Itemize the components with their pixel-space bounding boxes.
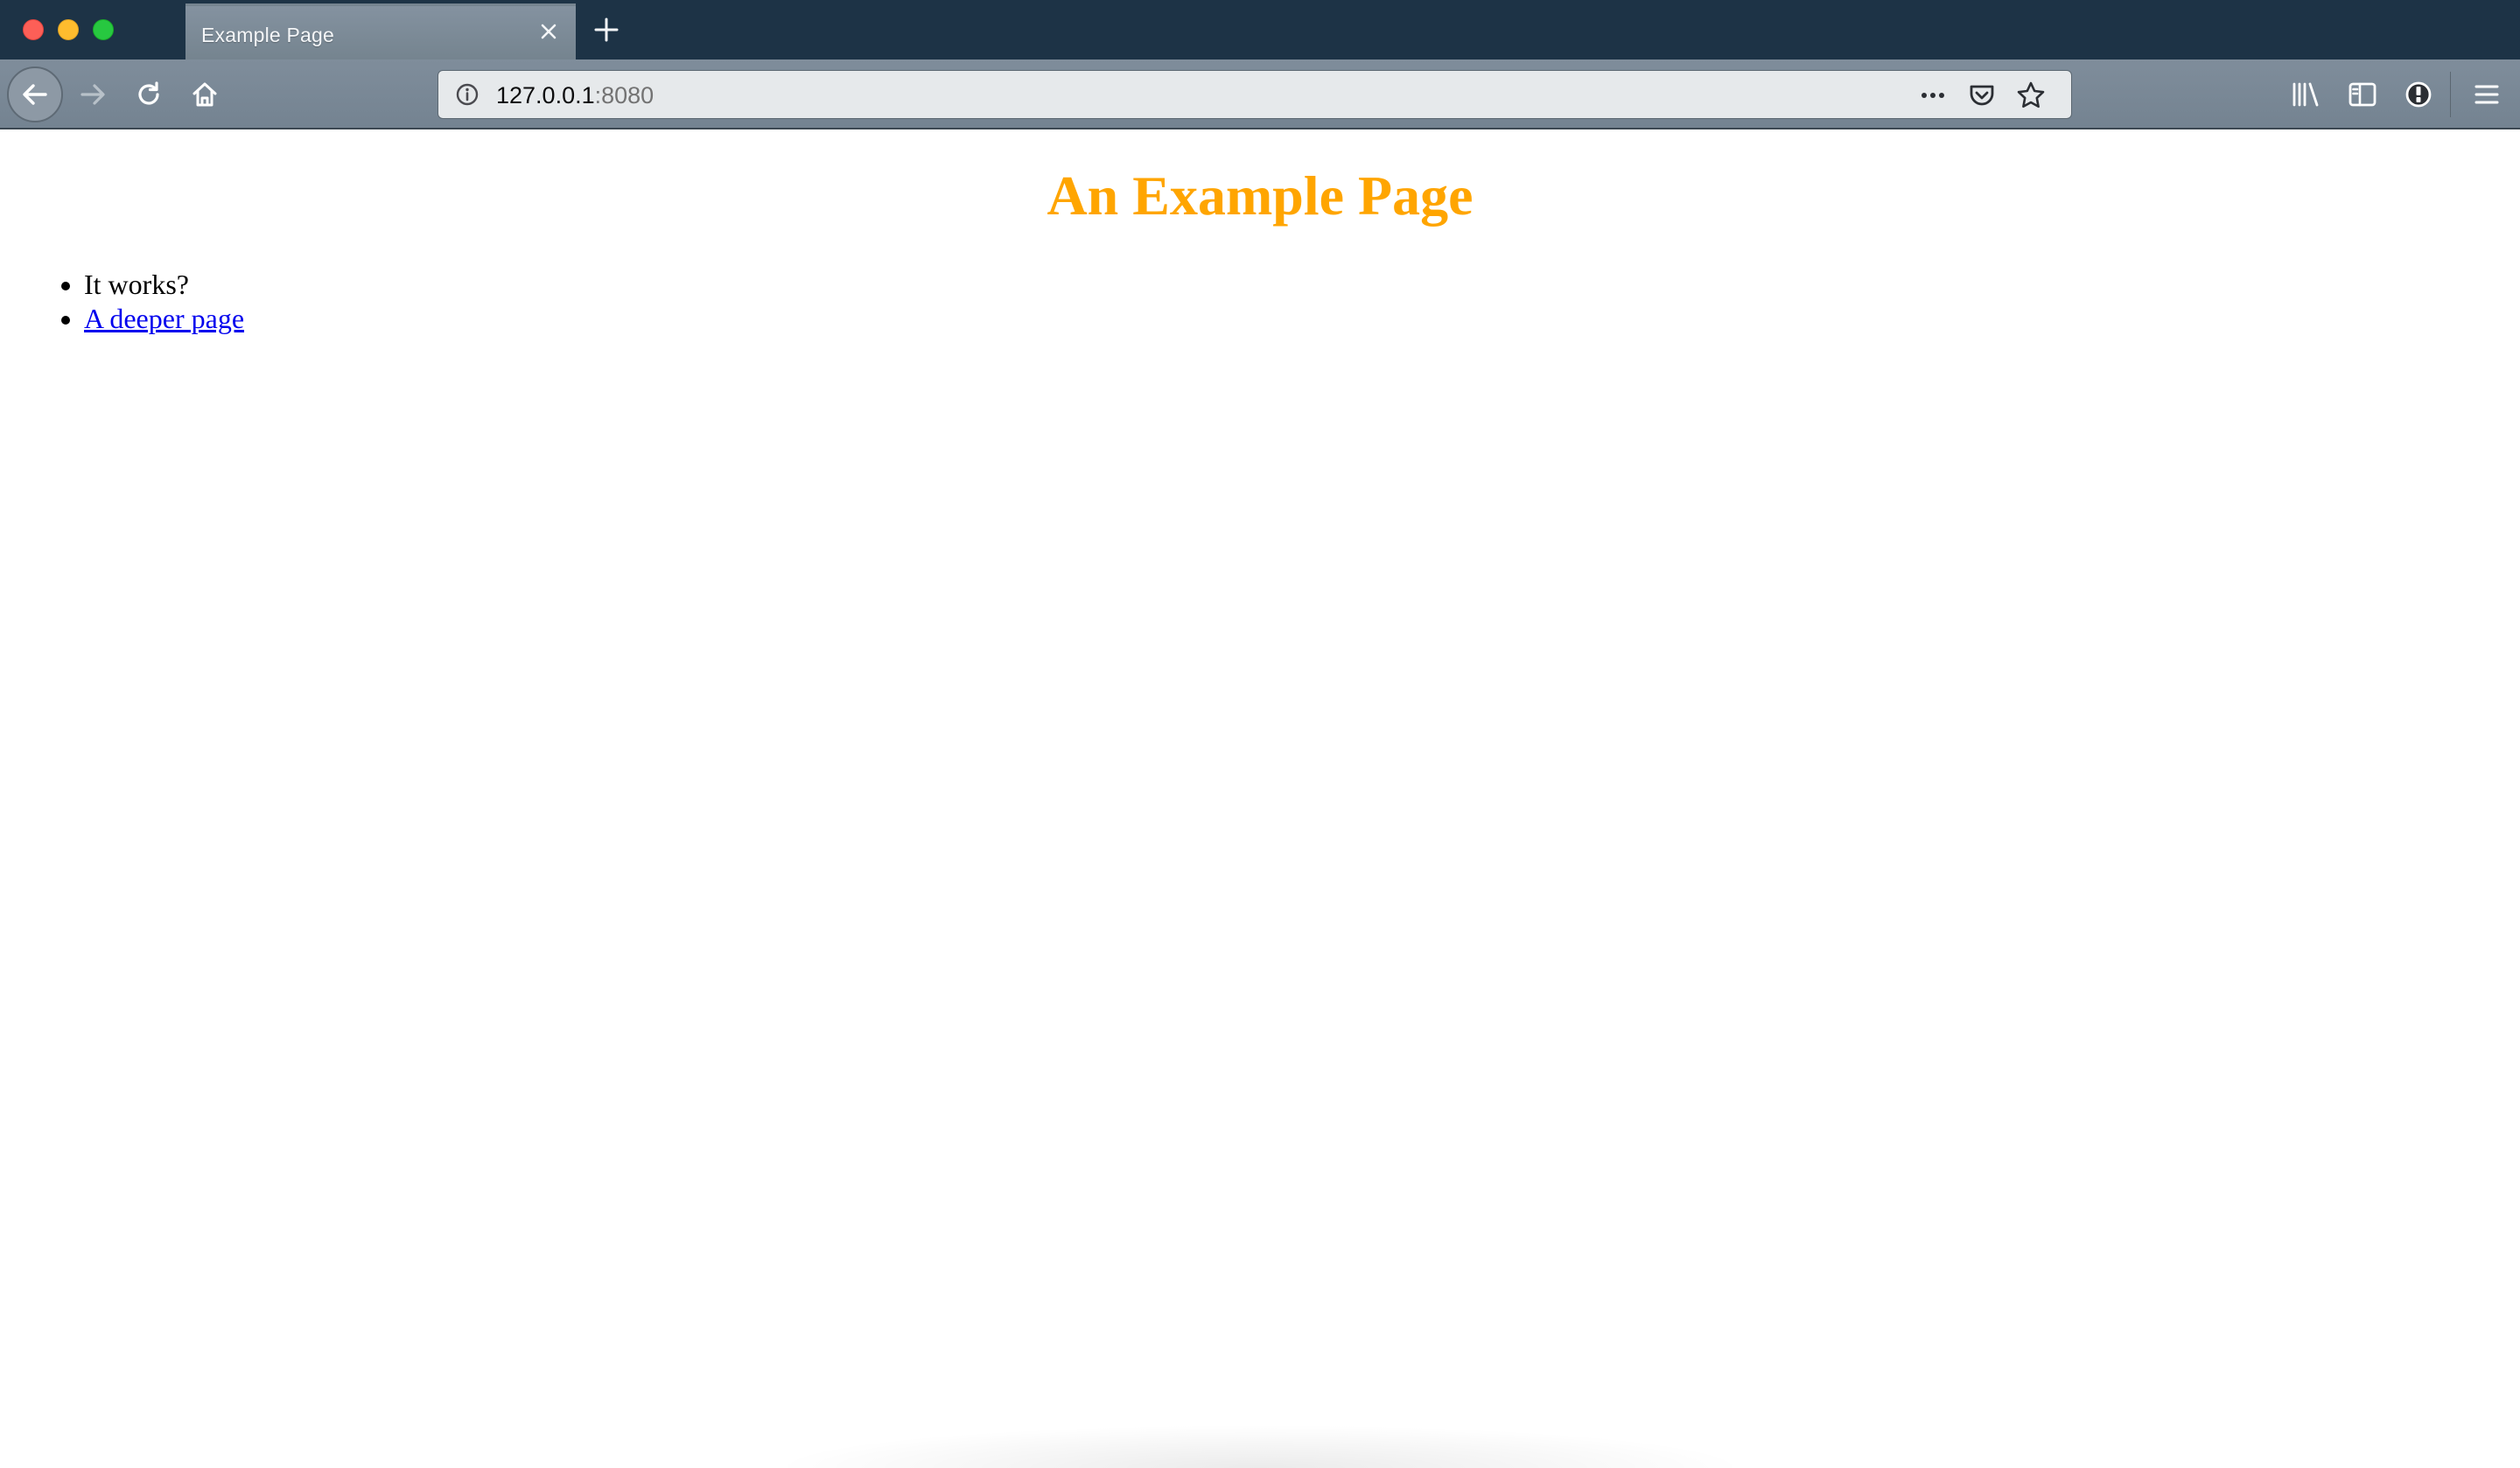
page-list: It works? A deeper page: [0, 268, 244, 336]
tab-example-page[interactable]: Example Page: [186, 3, 576, 59]
home-icon: [192, 82, 217, 107]
page-content: An Example Page It works? A deeper page: [0, 129, 2520, 1468]
info-icon[interactable]: [454, 81, 480, 108]
tab-strip: Example Page: [0, 0, 2520, 59]
navigation-bar: 127.0.0.1:8080: [0, 59, 2520, 129]
browser-window: Example Page 127.0.0.1:8080 An Example P…: [0, 0, 2520, 1468]
star-icon[interactable]: [2015, 80, 2047, 111]
sidebar-icon[interactable]: [2343, 75, 2382, 114]
back-button[interactable]: [7, 66, 63, 122]
close-icon[interactable]: [536, 18, 562, 45]
url-port: :8080: [594, 82, 654, 108]
plus-icon[interactable]: [592, 15, 621, 45]
tab-title: Example Page: [201, 24, 334, 46]
arrow-left-icon: [23, 84, 47, 105]
library-icon[interactable]: [2287, 75, 2326, 114]
hamburger-menu-icon[interactable]: [2468, 75, 2506, 114]
url-text[interactable]: 127.0.0.1:8080: [496, 82, 654, 109]
url-host: 127.0.0.1: [496, 82, 595, 108]
zoom-window-button[interactable]: [93, 19, 114, 40]
more-icon[interactable]: [1917, 80, 1949, 111]
arrow-right-icon: [80, 84, 105, 105]
toolbar-separator: [2450, 72, 2451, 117]
forward-button[interactable]: [65, 66, 121, 122]
deeper-page-link[interactable]: A deeper page: [84, 303, 244, 334]
reload-icon: [138, 81, 159, 105]
close-window-button[interactable]: [23, 19, 44, 40]
pocket-icon[interactable]: [1966, 80, 1998, 111]
url-bar[interactable]: 127.0.0.1:8080: [438, 70, 2072, 119]
bottom-shadow: [770, 1424, 1750, 1468]
minimize-window-button[interactable]: [58, 19, 79, 40]
page-title: An Example Page: [1046, 164, 1474, 227]
list-item: A deeper page: [84, 302, 244, 336]
extension-icon[interactable]: [2399, 75, 2438, 114]
list-item: It works?: [84, 268, 244, 302]
list-item-text: It works?: [84, 269, 189, 300]
home-button[interactable]: [177, 66, 233, 122]
reload-button[interactable]: [121, 66, 177, 122]
